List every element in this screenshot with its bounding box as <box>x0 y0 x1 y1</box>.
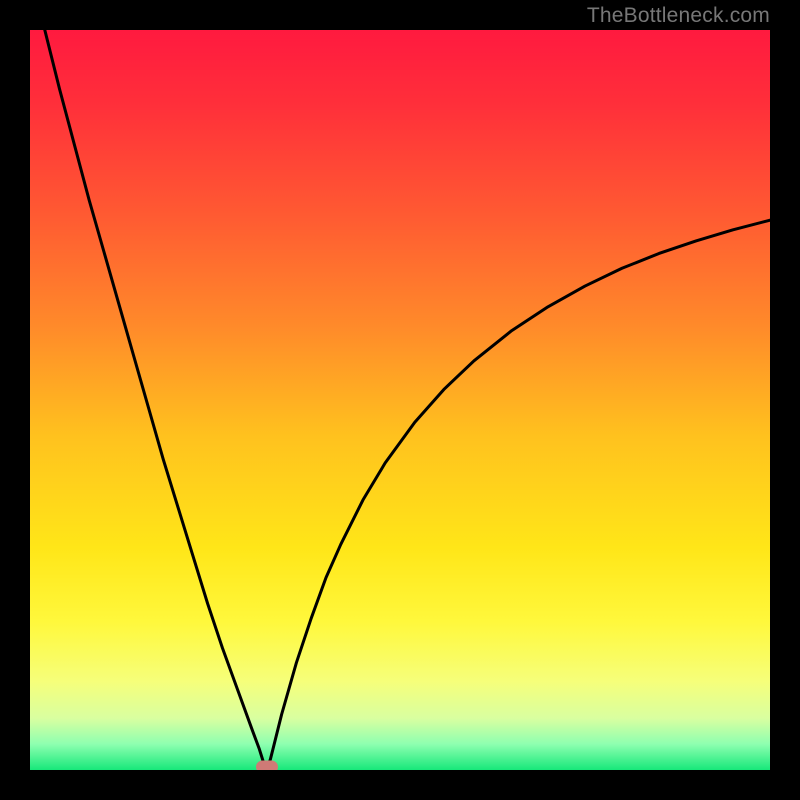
watermark-text: TheBottleneck.com <box>587 4 770 28</box>
bottleneck-curve <box>30 30 770 770</box>
curve-path <box>45 30 770 770</box>
chart-frame <box>30 30 770 770</box>
minimum-marker <box>256 761 278 771</box>
